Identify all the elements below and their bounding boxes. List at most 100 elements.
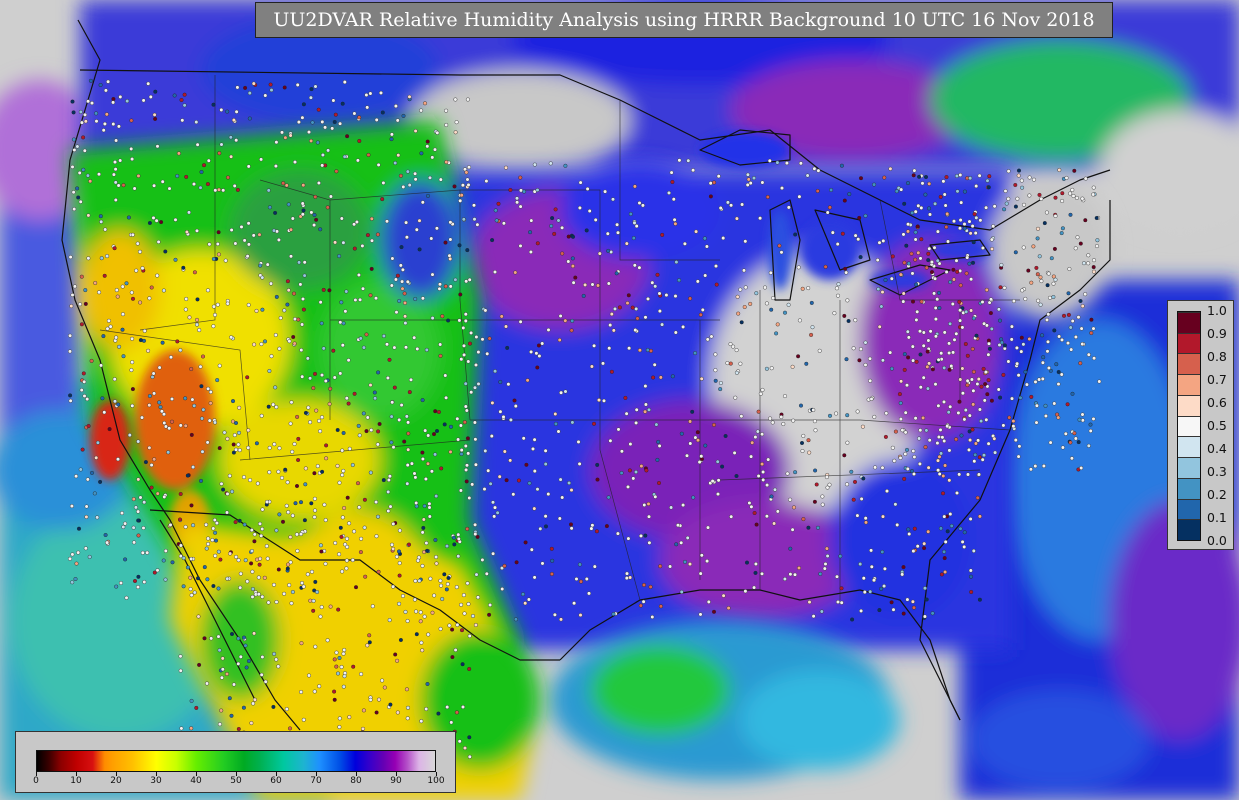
station-dot	[863, 516, 868, 521]
station-dot	[98, 214, 103, 219]
station-dot	[432, 432, 437, 437]
station-dot	[246, 302, 251, 307]
station-dot	[236, 558, 241, 563]
station-dot	[212, 518, 217, 523]
station-dot	[971, 369, 976, 374]
station-dot	[341, 240, 346, 245]
station-dot	[713, 378, 718, 383]
station-dot	[368, 91, 373, 96]
station-dot	[957, 299, 962, 304]
station-dot	[465, 526, 470, 531]
station-dot	[461, 217, 466, 222]
station-dot	[258, 521, 263, 526]
station-dot	[616, 427, 621, 432]
station-dot	[513, 404, 518, 409]
station-dot	[911, 173, 916, 178]
station-dot	[102, 273, 107, 278]
station-dot	[166, 450, 171, 455]
station-dot	[905, 329, 910, 334]
station-dot	[309, 210, 314, 215]
station-dot	[337, 480, 342, 485]
station-dot	[525, 378, 530, 383]
station-dot	[299, 641, 304, 646]
station-dot	[1001, 372, 1006, 377]
station-dot	[1034, 403, 1039, 408]
station-dot	[265, 499, 270, 504]
station-dot	[401, 594, 406, 599]
station-dot	[339, 534, 344, 539]
station-dot	[910, 599, 915, 604]
station-dot	[301, 208, 306, 213]
station-dot	[138, 338, 143, 343]
station-dot	[389, 137, 394, 142]
station-dot	[806, 438, 811, 443]
station-dot	[136, 439, 141, 444]
station-dot	[483, 448, 488, 453]
station-dot	[518, 175, 523, 180]
station-dot	[495, 510, 500, 515]
station-dot	[437, 286, 442, 291]
station-dot	[998, 318, 1003, 323]
station-dot	[980, 245, 985, 250]
station-dot	[295, 484, 300, 489]
station-dot	[184, 229, 189, 234]
station-dot	[912, 168, 917, 173]
station-dot	[1075, 235, 1080, 240]
station-dot	[426, 433, 431, 438]
station-dot	[1089, 317, 1094, 322]
station-dot	[942, 439, 947, 444]
station-dot	[397, 601, 402, 606]
station-dot	[224, 672, 229, 677]
station-dot	[300, 212, 305, 217]
station-dot	[967, 413, 972, 418]
station-dot	[369, 216, 374, 221]
station-dot	[1068, 440, 1073, 445]
station-dot	[763, 285, 768, 290]
station-dot	[810, 325, 815, 330]
station-dot	[822, 566, 827, 571]
station-dot	[68, 255, 73, 260]
station-dot	[274, 140, 279, 145]
station-dot	[194, 322, 199, 327]
station-dot	[130, 296, 135, 301]
station-dot	[125, 99, 130, 104]
station-dot	[69, 504, 74, 509]
station-dot	[220, 656, 225, 661]
station-dot	[521, 592, 526, 597]
station-dot	[86, 213, 91, 218]
station-dot	[309, 87, 314, 92]
station-dot	[332, 119, 337, 124]
station-dot	[403, 314, 408, 319]
station-dot	[1029, 394, 1034, 399]
station-dot	[419, 151, 424, 156]
station-dot	[493, 505, 498, 510]
station-dot	[183, 423, 188, 428]
station-dot	[946, 239, 951, 244]
station-dot	[238, 571, 243, 576]
station-dot	[919, 237, 924, 242]
station-dot	[513, 617, 518, 622]
station-dot	[793, 572, 798, 577]
station-dot	[460, 183, 465, 188]
station-dot	[905, 597, 910, 602]
station-dot	[363, 574, 368, 579]
station-dot	[1080, 342, 1085, 347]
station-dot	[266, 600, 271, 605]
station-dot	[780, 186, 785, 191]
station-dot	[890, 254, 895, 259]
station-dot	[180, 118, 185, 123]
station-dot	[260, 594, 265, 599]
station-dot	[948, 280, 953, 285]
station-dot	[403, 321, 408, 326]
station-dot	[786, 302, 791, 307]
station-dot	[567, 481, 572, 486]
station-dot	[323, 561, 328, 566]
station-dot	[910, 271, 915, 276]
station-dot	[229, 227, 234, 232]
station-dot	[592, 343, 597, 348]
station-dot	[154, 218, 159, 223]
station-dot	[85, 173, 90, 178]
station-dot	[466, 182, 471, 187]
station-dot	[405, 463, 410, 468]
station-dot	[395, 118, 400, 123]
